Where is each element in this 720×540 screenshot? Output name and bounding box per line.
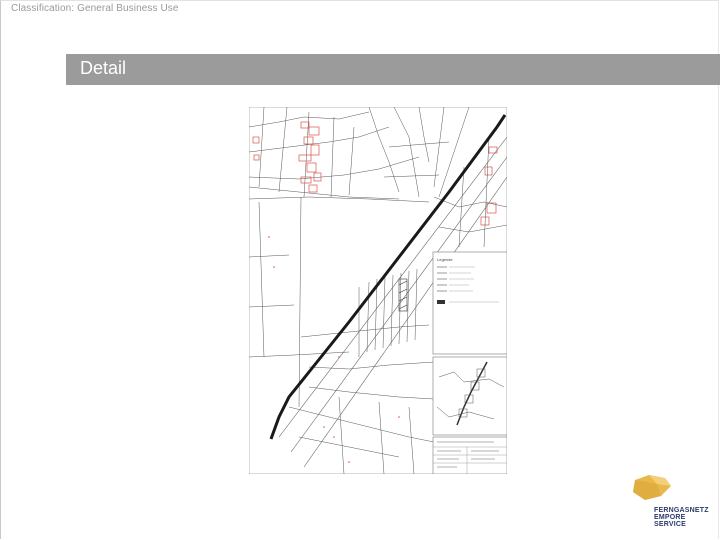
title-bar: Detail	[66, 54, 720, 85]
logo-line-1: FERNGASNETZ	[654, 507, 709, 514]
svg-text:Legende: Legende	[437, 257, 453, 262]
company-logo	[633, 475, 671, 500]
overview-inset	[432, 356, 507, 436]
map-legend: Legende	[432, 251, 507, 355]
site-plan-map: Legende	[249, 107, 507, 474]
slide-title: Detail	[80, 58, 127, 78]
classification-label: Classification: General Business Use	[11, 3, 179, 14]
logo-line-2: EMPORE	[654, 514, 686, 521]
map-title-block	[432, 436, 507, 474]
logo-line-3: SERVICE	[654, 521, 687, 528]
